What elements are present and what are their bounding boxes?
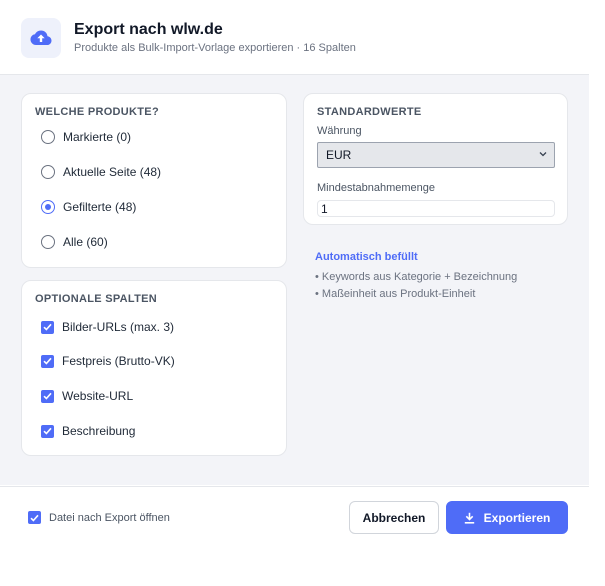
checkbox-checked-icon[interactable] bbox=[41, 389, 54, 403]
currency-select[interactable]: EUR bbox=[317, 142, 555, 168]
dialog-subtitle: Produkte als Bulk-Import-Vorlage exporti… bbox=[74, 42, 356, 54]
dialog-title: Export nach wlw.de bbox=[74, 21, 223, 38]
min-qty-label: Mindestabnahmemenge bbox=[317, 182, 436, 194]
product-option-marked[interactable]: Markierte (0) bbox=[41, 130, 131, 144]
radio-button-selected[interactable] bbox=[41, 200, 55, 214]
product-option-label: Alle (60) bbox=[63, 235, 108, 249]
products-card: WELCHE PRODUKTE? Markierte (0) Aktuelle … bbox=[21, 93, 287, 268]
product-option-all[interactable]: Alle (60) bbox=[41, 235, 108, 249]
cloud-upload-icon bbox=[21, 18, 61, 58]
dialog-body: WELCHE PRODUKTE? Markierte (0) Aktuelle … bbox=[0, 75, 589, 485]
column-option-label: Bilder-URLs (max. 3) bbox=[62, 320, 175, 334]
product-option-label: Aktuelle Seite (48) bbox=[63, 165, 162, 179]
auto-filled-title: Automatisch befüllt bbox=[315, 251, 418, 263]
dialog-footer: Datei nach Export öffnen Abbrechen Expor… bbox=[0, 486, 589, 586]
min-qty-input[interactable] bbox=[317, 200, 555, 217]
column-option-label: Website-URL bbox=[62, 389, 134, 403]
export-dialog: Export nach wlw.de Produkte als Bulk-Imp… bbox=[0, 0, 589, 586]
currency-label: Währung bbox=[317, 125, 362, 137]
radio-button[interactable] bbox=[41, 130, 55, 144]
optional-columns-card: OPTIONALE SPALTEN Bilder-URLs (max. 3) F… bbox=[21, 280, 287, 456]
product-option-label: Gefilterte (48) bbox=[63, 200, 137, 214]
checkbox-checked-icon[interactable] bbox=[41, 320, 54, 334]
product-option-label: Markierte (0) bbox=[63, 130, 132, 144]
products-card-title: WELCHE PRODUKTE? bbox=[35, 106, 159, 118]
cancel-button-label: Abbrechen bbox=[362, 510, 426, 525]
auto-filled-item: • Maßeinheit aus Produkt-Einheit bbox=[315, 288, 476, 300]
column-option-label: Festpreis (Brutto-VK) bbox=[62, 354, 175, 368]
column-option-description[interactable]: Beschreibung bbox=[41, 424, 135, 438]
dialog-header: Export nach wlw.de Produkte als Bulk-Imp… bbox=[0, 0, 589, 75]
cancel-button[interactable]: Abbrechen bbox=[349, 501, 439, 534]
product-option-current-page[interactable]: Aktuelle Seite (48) bbox=[41, 165, 161, 179]
defaults-card-title: STANDARDWERTE bbox=[317, 106, 422, 118]
column-option-website[interactable]: Website-URL bbox=[41, 389, 133, 403]
column-option-label: Beschreibung bbox=[62, 424, 136, 438]
checkbox-checked-icon[interactable] bbox=[28, 511, 41, 524]
export-button-label: Exportieren bbox=[483, 510, 551, 525]
auto-filled-item: • Keywords aus Kategorie + Bezeichnung bbox=[315, 271, 518, 283]
defaults-card: STANDARDWERTE Währung EUR Mindestabnahme… bbox=[303, 93, 568, 225]
download-icon bbox=[464, 512, 475, 524]
currency-value: EUR bbox=[326, 148, 352, 162]
radio-button[interactable] bbox=[41, 165, 55, 179]
column-option-images[interactable]: Bilder-URLs (max. 3) bbox=[41, 320, 174, 334]
open-after-export-label: Datei nach Export öffnen bbox=[49, 511, 170, 524]
optional-columns-card-title: OPTIONALE SPALTEN bbox=[35, 293, 158, 305]
checkbox-checked-icon[interactable] bbox=[41, 424, 54, 438]
radio-button[interactable] bbox=[41, 235, 55, 249]
checkbox-checked-icon[interactable] bbox=[41, 354, 54, 368]
export-button[interactable]: Exportieren bbox=[446, 501, 568, 534]
product-option-filtered[interactable]: Gefilterte (48) bbox=[41, 200, 136, 214]
column-option-price[interactable]: Festpreis (Brutto-VK) bbox=[41, 354, 175, 368]
open-after-export-option[interactable]: Datei nach Export öffnen bbox=[28, 511, 170, 524]
chevron-down-icon bbox=[539, 150, 547, 159]
